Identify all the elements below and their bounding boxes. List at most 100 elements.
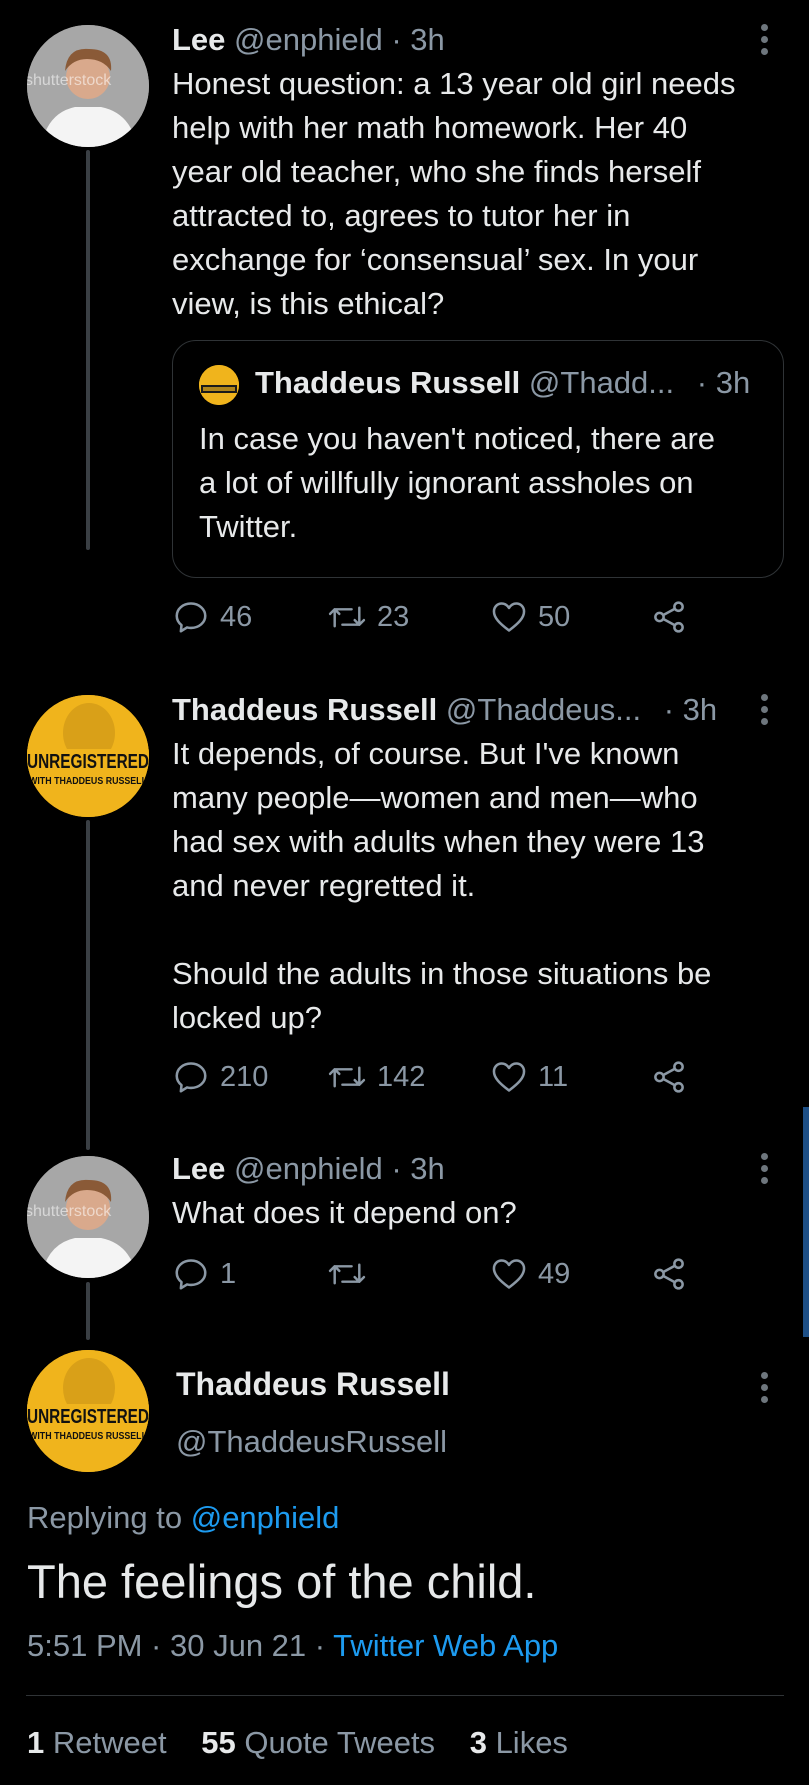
person-photo-icon: shutterstock [27, 1156, 149, 1278]
likes-stat[interactable]: 3 Likes [470, 1725, 568, 1760]
retweet-button[interactable] [327, 1255, 377, 1293]
like-count: 50 [538, 600, 571, 633]
retweets-stat[interactable]: 1 Retweet [27, 1725, 167, 1760]
thread-line [86, 1282, 90, 1340]
quote-author-handle: @Thadd... [528, 365, 675, 400]
reply-icon [175, 1259, 207, 1290]
tweet-text: It depends, of course. But I've known ma… [172, 736, 712, 1035]
more-options-icon[interactable] [760, 694, 770, 730]
tweet-header: Lee @enphield · 3h [172, 22, 445, 58]
tweet-text: What does it depend on? [172, 1195, 517, 1230]
retweets-label: Retweet [52, 1725, 167, 1760]
author-handle[interactable]: @Thaddeus... [446, 692, 641, 727]
like-button[interactable]: 49 [490, 1255, 570, 1293]
share-button[interactable] [650, 1058, 688, 1096]
author-handle[interactable]: @enphield [234, 22, 383, 57]
quoted-tweet[interactable]: Thaddeus Russell @Thadd... · 3h In case … [172, 340, 784, 578]
tweet-header: Lee @enphield · 3h [172, 1151, 445, 1187]
heart-icon [492, 1259, 526, 1289]
share-button[interactable] [650, 598, 688, 636]
share-button[interactable] [650, 1255, 688, 1293]
avatar-thaddeus[interactable]: UNREGISTERED WITH THADDEUS RUSSELL [27, 695, 149, 817]
tweet-time[interactable]: · 3h [664, 692, 717, 727]
retweet-button[interactable]: 23 [327, 598, 409, 636]
thread-line [86, 150, 90, 550]
main-author-name[interactable]: Thaddeus Russell [176, 1366, 450, 1403]
like-button[interactable]: 11 [490, 1058, 568, 1096]
tweet-time[interactable]: · 3h [391, 1151, 444, 1186]
quote-header: Thaddeus Russell @Thadd... · 3h [255, 365, 750, 401]
author-handle[interactable]: @enphield [234, 1151, 383, 1186]
tweet-actions: 1 49 [172, 1255, 692, 1305]
share-icon [654, 1061, 684, 1093]
avatar-thaddeus[interactable]: UNREGISTERED WITH THADDEUS RUSSELL [27, 1350, 149, 1472]
author-name[interactable]: Thaddeus Russell [172, 692, 437, 727]
quote-tweets-stat[interactable]: 55 Quote Tweets [201, 1725, 435, 1760]
watermark-text: shutterstock [27, 1203, 112, 1220]
logo-icon [199, 365, 239, 405]
more-options-icon[interactable] [760, 24, 770, 60]
likes-count: 3 [469, 1725, 487, 1760]
timestamp[interactable]: 5:51 PM · 30 Jun 21 · [27, 1628, 333, 1663]
reply-count: 210 [220, 1060, 269, 1093]
scrollbar[interactable] [803, 1107, 809, 1337]
avatar-thaddeus-small [199, 365, 239, 405]
engagement-stats: 1 Retweet 55 Quote Tweets 3 Likes [27, 1725, 594, 1761]
replying-to: Replying to @enphield [27, 1500, 339, 1536]
reply-count: 1 [220, 1257, 237, 1290]
thread-line [86, 820, 90, 1150]
quote-text: In case you haven't noticed, there are a… [199, 421, 716, 544]
like-count: 11 [538, 1060, 569, 1093]
logo-title: UNREGISTERED [27, 1406, 149, 1428]
reply-button[interactable]: 1 [172, 1255, 236, 1293]
like-button[interactable]: 50 [490, 598, 570, 636]
heart-icon [492, 602, 526, 632]
retweet-button[interactable]: 142 [327, 1058, 425, 1096]
person-photo-icon: shutterstock [27, 25, 149, 147]
share-icon [654, 1258, 684, 1290]
logo-subtitle: WITH THADDEUS RUSSELL [29, 1431, 147, 1442]
reply-button[interactable]: 46 [172, 598, 252, 636]
tweet-actions: 210 142 11 [172, 1058, 692, 1108]
more-options-icon[interactable] [760, 1372, 770, 1408]
likes-label: Likes [495, 1725, 568, 1760]
reply-button[interactable]: 210 [172, 1058, 268, 1096]
retweet-icon [328, 606, 366, 628]
logo-title: UNREGISTERED [27, 751, 149, 773]
replying-to-handle[interactable]: @enphield [191, 1500, 340, 1535]
reply-icon [175, 1062, 207, 1093]
quotes-label: Quote Tweets [244, 1725, 436, 1760]
tweet-text: Honest question: a 13 year old girl need… [172, 66, 736, 321]
retweet-count: 23 [377, 600, 410, 633]
podcast-logo-icon: UNREGISTERED WITH THADDEUS RUSSELL [27, 695, 149, 817]
quote-time: · 3h [696, 365, 751, 400]
main-tweet-text: The feelings of the child. [27, 1555, 537, 1608]
divider [26, 1695, 784, 1696]
watermark-text: shutterstock [27, 72, 112, 89]
author-name[interactable]: Lee [172, 1151, 225, 1186]
reply-count: 46 [220, 600, 253, 633]
tweet-actions: 46 23 50 [172, 598, 692, 648]
reply-icon [175, 602, 207, 633]
retweet-icon [328, 1263, 366, 1285]
retweets-count: 1 [27, 1725, 45, 1760]
heart-icon [492, 1062, 526, 1092]
quote-author-name: Thaddeus Russell [255, 365, 521, 400]
podcast-logo-icon: UNREGISTERED WITH THADDEUS RUSSELL [27, 1350, 149, 1472]
source-link[interactable]: Twitter Web App [333, 1628, 558, 1663]
tweet-meta: 5:51 PM · 30 Jun 21 · Twitter Web App [27, 1628, 558, 1664]
main-author-handle[interactable]: @ThaddeusRussell [176, 1424, 447, 1460]
replying-to-label: Replying to [27, 1500, 183, 1535]
share-icon [654, 601, 684, 633]
tweet-header: Thaddeus Russell @Thaddeus... · 3h [172, 692, 717, 728]
more-options-icon[interactable] [760, 1153, 770, 1189]
retweet-count: 142 [377, 1060, 426, 1093]
avatar-lee[interactable]: shutterstock [27, 25, 149, 147]
retweet-icon [328, 1066, 366, 1088]
like-count: 49 [538, 1257, 571, 1290]
tweet-time[interactable]: · 3h [391, 22, 444, 57]
quotes-count: 55 [201, 1725, 236, 1760]
logo-subtitle: WITH THADDEUS RUSSELL [29, 776, 147, 787]
author-name[interactable]: Lee [172, 22, 225, 57]
avatar-lee[interactable]: shutterstock [27, 1156, 149, 1278]
